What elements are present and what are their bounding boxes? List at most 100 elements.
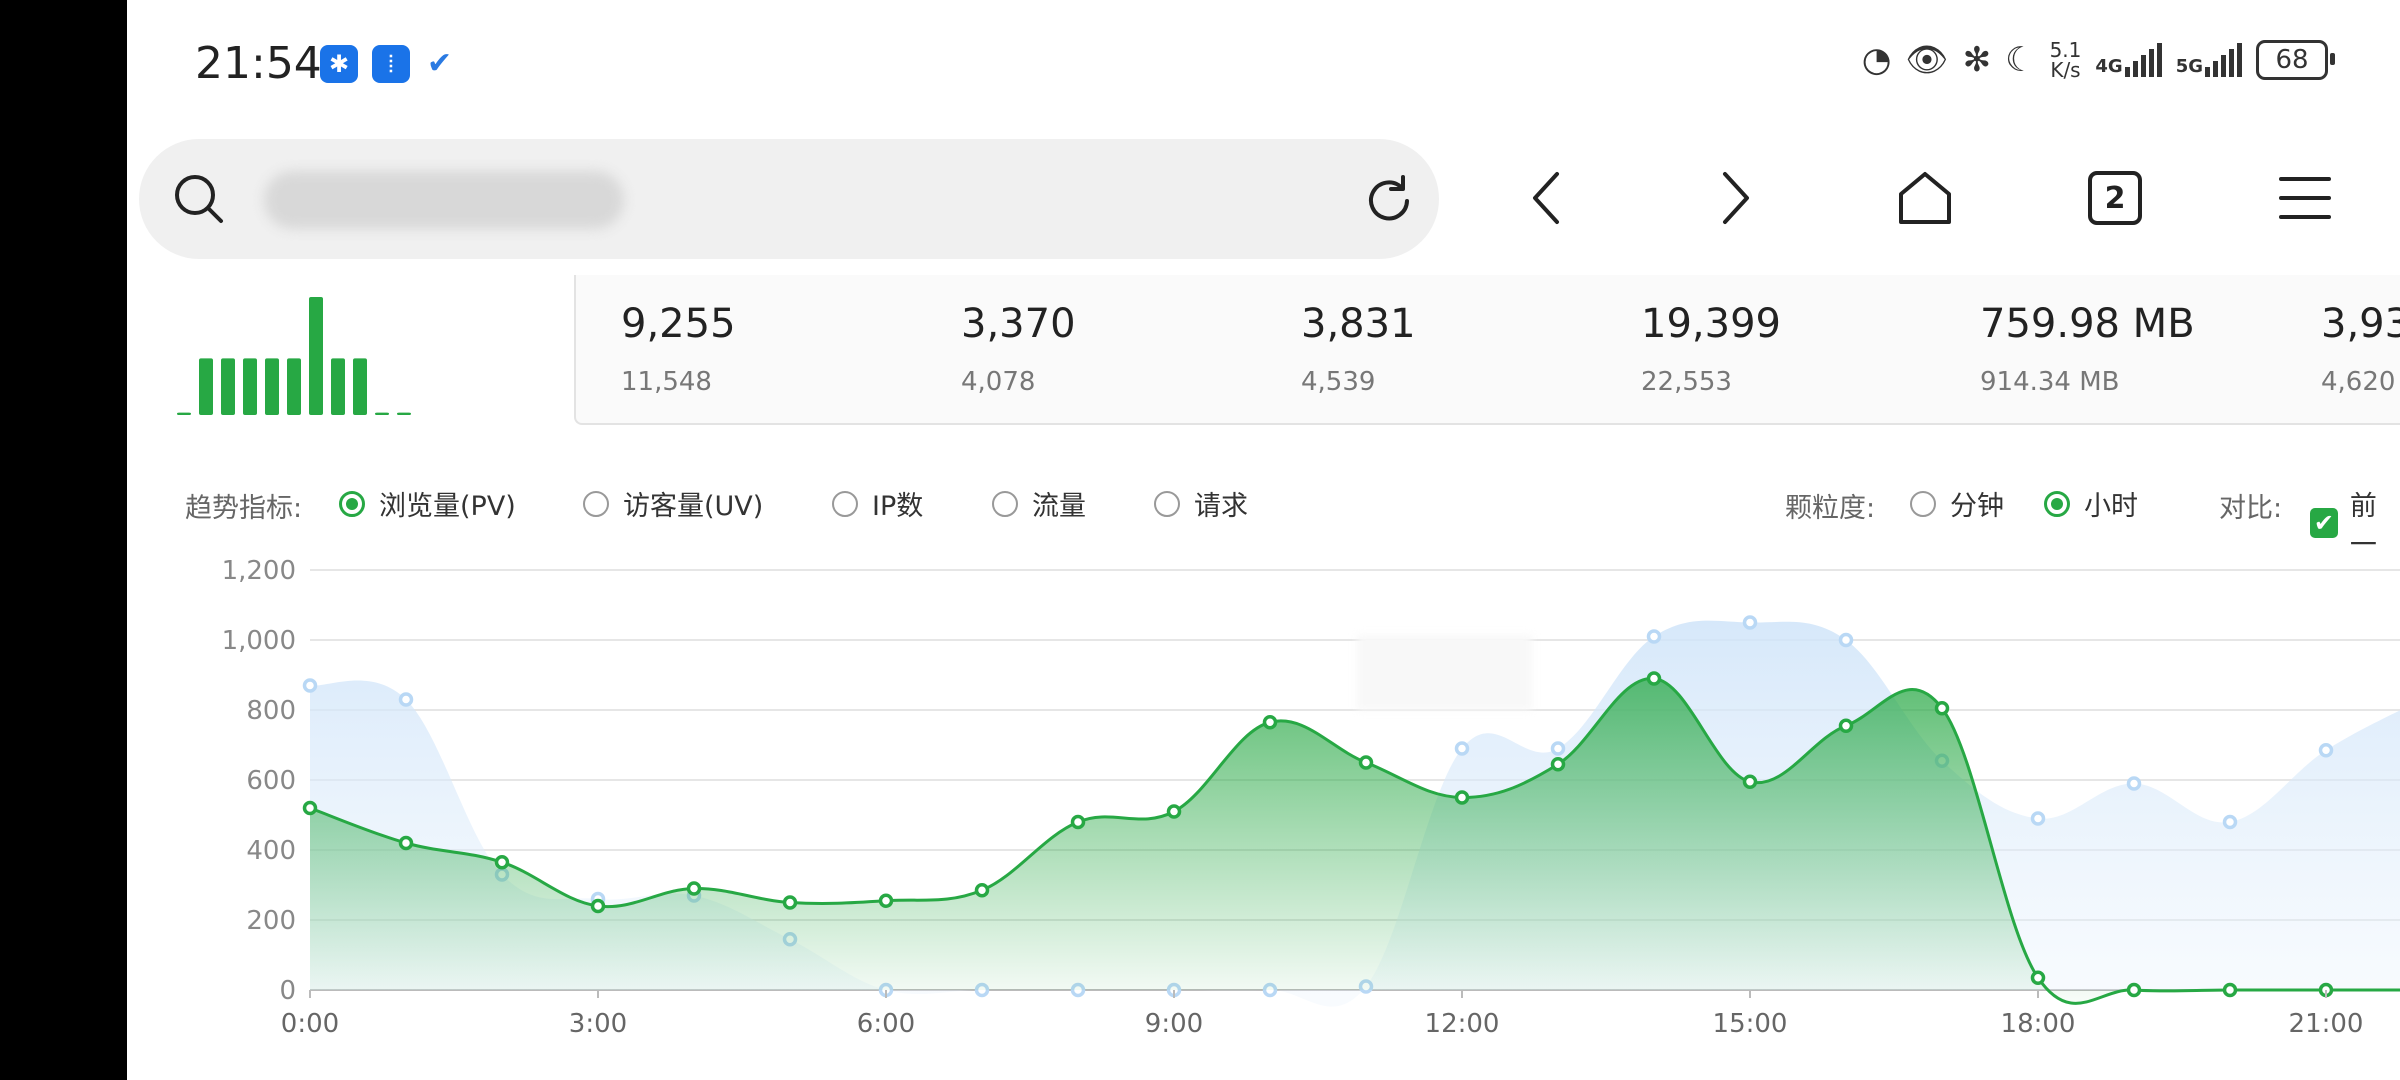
compare-series-point[interactable] bbox=[1454, 741, 1470, 756]
compare-series-point[interactable] bbox=[2126, 776, 2142, 791]
signal-bars-icon bbox=[2124, 43, 2162, 77]
x-tick-label: 0:00 bbox=[281, 1009, 339, 1039]
menu-button[interactable] bbox=[2270, 163, 2340, 233]
compare-series-point[interactable] bbox=[1742, 615, 1758, 630]
metric-radio-pv[interactable]: 浏览量(PV) bbox=[339, 484, 516, 523]
pv-series-point[interactable] bbox=[2030, 970, 2046, 985]
search-icon bbox=[175, 175, 223, 223]
mini-bar bbox=[199, 358, 213, 415]
stat-value: 759.98 MB bbox=[1980, 301, 2195, 347]
browser-page: 21:54 ✱ ⦙ ✔ ◔ 👁 ✻ ☾ 5.1 K/s 4G 5G 68 2 9… bbox=[127, 0, 2400, 1080]
radio-icon bbox=[832, 490, 858, 517]
stat-prev-value: 4,539 bbox=[1301, 367, 1376, 397]
granularity-radio-hour[interactable]: 小时 bbox=[2044, 484, 2138, 523]
granularity-label: 颗粒度: bbox=[1785, 493, 1876, 524]
pv-series-point[interactable] bbox=[1742, 774, 1758, 789]
compare-series-point[interactable] bbox=[2030, 811, 2046, 826]
pv-series-point[interactable] bbox=[1070, 814, 1086, 830]
pv-series-point[interactable] bbox=[302, 800, 318, 816]
y-tick-label: 200 bbox=[246, 906, 296, 936]
status-time: 21:54 bbox=[195, 38, 322, 89]
stat-prev-value: 11,548 bbox=[621, 367, 712, 397]
metric-radio-requests[interactable]: 请求 bbox=[1154, 484, 1248, 523]
mini-bar bbox=[221, 358, 235, 415]
status-right-icons: ◔ 👁 ✻ ☾ 5.1 K/s 4G 5G 68 bbox=[1861, 38, 2335, 82]
radio-selected-icon bbox=[339, 490, 365, 517]
compare-series-point[interactable] bbox=[1646, 629, 1662, 644]
radio-icon bbox=[583, 490, 609, 517]
speedometer-icon: ◔ bbox=[1861, 40, 1892, 80]
pv-series-point[interactable] bbox=[590, 898, 606, 914]
compare-series-point[interactable] bbox=[1838, 632, 1854, 648]
signal-5g: 5G bbox=[2176, 43, 2242, 77]
chevron-right-icon bbox=[1723, 172, 1749, 224]
radio-icon bbox=[1154, 490, 1180, 517]
pv-series-point[interactable] bbox=[398, 835, 414, 851]
x-tick-label: 3:00 bbox=[569, 1009, 627, 1039]
pv-series-point[interactable] bbox=[1262, 715, 1278, 730]
pv-series-point[interactable] bbox=[1934, 701, 1950, 716]
stat-value: 9,255 bbox=[621, 301, 736, 347]
x-tick-label: 9:00 bbox=[1145, 1009, 1203, 1039]
pv-series-point[interactable] bbox=[494, 855, 510, 870]
mini-bar-chart bbox=[177, 297, 411, 415]
signal-4g: 4G bbox=[2095, 43, 2162, 77]
y-tick-label: 1,000 bbox=[222, 626, 296, 656]
address-bar[interactable] bbox=[139, 139, 1439, 259]
mini-bar bbox=[397, 412, 411, 415]
home-button[interactable] bbox=[1890, 163, 1960, 233]
metric-radio-ip[interactable]: IP数 bbox=[832, 484, 923, 523]
y-tick-label: 1,200 bbox=[222, 556, 296, 586]
pv-series-point[interactable] bbox=[974, 883, 990, 898]
checkbox-checked-icon: ✔ bbox=[2310, 508, 2338, 538]
pv-series-point[interactable] bbox=[2222, 982, 2238, 998]
compare-series-point[interactable] bbox=[2318, 743, 2334, 758]
reload-icon[interactable] bbox=[1359, 171, 1419, 231]
compare-series-point[interactable] bbox=[2222, 814, 2238, 830]
metric-radio-traffic[interactable]: 流量 bbox=[992, 484, 1086, 523]
x-tick-label: 12:00 bbox=[1425, 1009, 1500, 1039]
tabs-button[interactable]: 2 bbox=[2080, 163, 2150, 233]
granularity-radio-minute[interactable]: 分钟 bbox=[1910, 484, 2004, 523]
back-button[interactable] bbox=[1512, 163, 1582, 233]
mini-bar bbox=[265, 358, 279, 415]
net-speed: 5.1 K/s bbox=[2049, 38, 2082, 82]
pv-series-point[interactable] bbox=[2126, 982, 2142, 998]
pv-series-point[interactable] bbox=[1646, 671, 1662, 686]
radio-icon bbox=[1910, 490, 1936, 517]
stat-prev-value: 914.34 MB bbox=[1980, 367, 2120, 397]
stat-prev-value: 4,078 bbox=[961, 367, 1036, 397]
battery-icon: 68 bbox=[2256, 40, 2335, 80]
pv-series-point[interactable] bbox=[1550, 757, 1566, 772]
stat-prev-value: 4,620 bbox=[2321, 367, 2396, 397]
compare-series-point[interactable] bbox=[302, 678, 318, 693]
left-black-bar bbox=[0, 0, 127, 1080]
hamburger-menu-icon bbox=[2279, 177, 2331, 219]
url-text[interactable] bbox=[264, 171, 624, 229]
forward-button[interactable] bbox=[1700, 163, 1770, 233]
chevron-left-icon bbox=[1533, 172, 1559, 224]
check-notification-icon: ✔ bbox=[427, 46, 453, 81]
voice-app-icon: ⦙ bbox=[372, 45, 410, 83]
compare-label: 对比: bbox=[2219, 493, 2283, 524]
pv-series-point[interactable] bbox=[686, 881, 702, 896]
pv-series-point[interactable] bbox=[1838, 718, 1854, 733]
pv-series-point[interactable] bbox=[1454, 790, 1470, 805]
mini-bar bbox=[243, 358, 257, 415]
pv-series-point[interactable] bbox=[878, 893, 894, 908]
pv-series-point[interactable] bbox=[1166, 804, 1182, 819]
pv-series-point[interactable] bbox=[1358, 755, 1374, 770]
stat-cards: 9,255 11,548 3,370 4,078 3,831 4,539 19,… bbox=[574, 275, 2400, 425]
pv-series-point[interactable] bbox=[782, 895, 798, 910]
mini-bar bbox=[375, 412, 389, 415]
y-tick-label: 0 bbox=[279, 976, 296, 1006]
compare-series-point[interactable] bbox=[1550, 741, 1566, 756]
browser-toolbar: 2 bbox=[127, 135, 2400, 275]
stat-value: 19,399 bbox=[1641, 301, 1781, 347]
compare-series-point[interactable] bbox=[398, 692, 414, 707]
stat-value: 3,370 bbox=[961, 301, 1076, 347]
y-tick-label: 400 bbox=[246, 836, 296, 866]
metric-radio-uv[interactable]: 访客量(UV) bbox=[583, 484, 763, 523]
mini-bar bbox=[177, 412, 191, 415]
tab-count-badge: 2 bbox=[2088, 171, 2142, 225]
